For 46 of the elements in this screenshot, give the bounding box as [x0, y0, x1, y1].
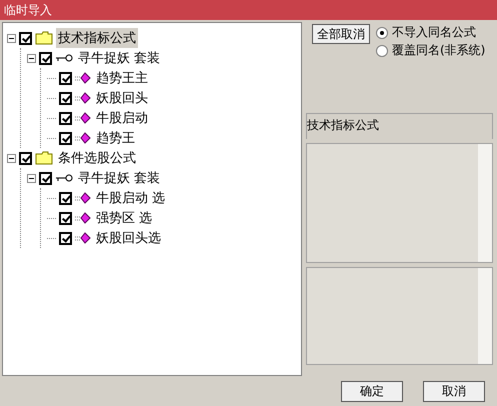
window-title: 临时导入: [4, 2, 52, 18]
tree-item[interactable]: 寻牛捉妖 套装: [76, 48, 162, 68]
key-icon: [55, 53, 73, 63]
dialog-button[interactable]: 确定: [341, 381, 403, 402]
key-icon: [55, 173, 73, 183]
collapse-toggle[interactable]: [27, 54, 36, 62]
tree-item[interactable]: 强势区 选: [94, 208, 154, 228]
folder-icon: [35, 151, 53, 165]
checkbox[interactable]: [39, 52, 52, 64]
tree-item[interactable]: 妖股回头选: [94, 228, 163, 248]
diamond-icon: [75, 132, 91, 144]
diamond-icon: [75, 232, 91, 244]
radio-button[interactable]: [376, 26, 388, 38]
tree-item[interactable]: 趋势王: [94, 128, 137, 148]
checkbox[interactable]: [19, 152, 32, 164]
radio-label: 不导入同名公式: [392, 24, 476, 41]
checkbox[interactable]: [59, 72, 72, 84]
tree-item[interactable]: 牛股启动: [94, 108, 150, 128]
diamond-icon: [75, 72, 91, 84]
radio-button[interactable]: [376, 44, 388, 56]
tree-item[interactable]: 牛股启动 选: [94, 188, 168, 208]
folder-icon: [35, 31, 53, 45]
diamond-icon: [75, 212, 91, 224]
checkbox[interactable]: [19, 32, 32, 44]
category-label: 技术指标公式: [306, 113, 493, 139]
checkbox[interactable]: [39, 172, 52, 184]
checkbox[interactable]: [59, 92, 72, 104]
dialog-button[interactable]: 取消: [423, 381, 485, 402]
checkbox[interactable]: [59, 212, 72, 224]
tree-item[interactable]: 技术指标公式: [56, 28, 138, 48]
collapse-toggle[interactable]: [7, 154, 16, 162]
collapse-toggle[interactable]: [7, 34, 16, 42]
diamond-icon: [75, 92, 91, 104]
checkbox[interactable]: [59, 112, 72, 124]
checkbox[interactable]: [59, 132, 72, 144]
tree-item[interactable]: 趋势王主: [94, 68, 150, 88]
deselect-all-button[interactable]: 全部取消: [312, 24, 370, 44]
radio-label: 覆盖同名(非系统): [392, 42, 486, 59]
diamond-icon: [75, 112, 91, 124]
tree-item[interactable]: 妖股回头: [94, 88, 150, 108]
diamond-icon: [75, 192, 91, 204]
tree-item[interactable]: 寻牛捉妖 套装: [76, 168, 162, 188]
tree-item[interactable]: 条件选股公式: [56, 148, 138, 168]
collapse-toggle[interactable]: [27, 174, 36, 182]
checkbox[interactable]: [59, 232, 72, 244]
checkbox[interactable]: [59, 192, 72, 204]
